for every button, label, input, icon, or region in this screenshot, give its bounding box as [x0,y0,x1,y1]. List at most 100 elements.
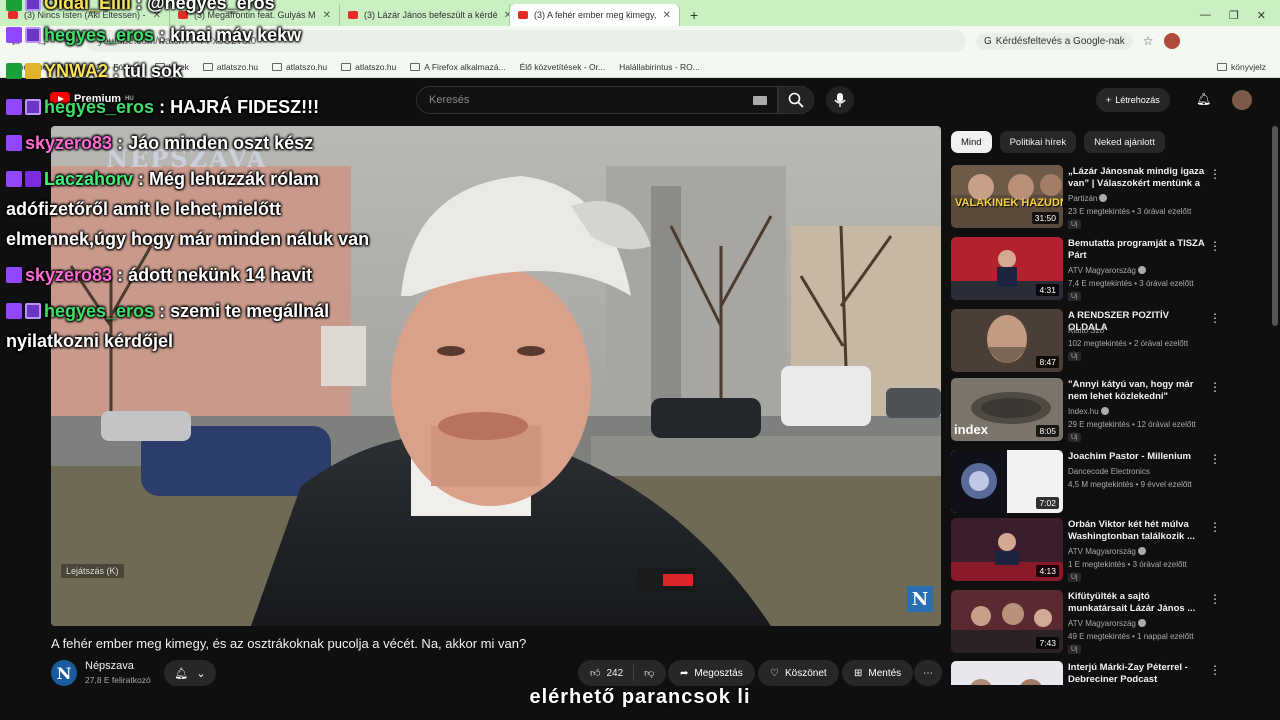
save-icon: ⊞ [854,667,863,679]
create-button[interactable]: + Létrehozás [1096,88,1170,112]
twitch-badge-icon [6,135,22,151]
more-vertical-icon[interactable]: ⋮ [1209,520,1221,534]
channel-label: Kiáltó Szó [1068,326,1105,335]
subscriber-count: 27,8 E feliratkozó [85,675,151,685]
recommended-video[interactable]: 4:13 Orbán Viktor két hét múlva Washingt… [951,518,1271,582]
chip-all[interactable]: Mind [951,131,992,153]
more-vertical-icon[interactable]: ⋮ [1209,452,1221,466]
chat-username: skyzero83 [25,133,113,153]
all-bookmarks[interactable]: könyvjelz [1217,62,1266,72]
chat-separator: : [154,97,171,117]
recommended-video[interactable]: 7:02 Joachim Pastor - Millenium Dancecod… [951,450,1271,514]
channel-name[interactable]: Népszava [85,660,134,672]
video-duration: 7:43 [1036,637,1059,649]
profile-avatar[interactable] [1163,33,1180,49]
more-vertical-icon[interactable]: ⋮ [1209,380,1221,394]
chat-text: túl sok [124,61,183,81]
channel-avatar[interactable]: N [51,660,77,686]
share-button[interactable]: ➦ Megosztás [668,660,755,686]
maximize-icon[interactable]: ❐ [1229,9,1239,22]
video-thumbnail[interactable]: 4:31 [951,237,1063,300]
more-vertical-icon[interactable]: ⋮ [1209,167,1221,181]
close-window-icon[interactable]: ✕ [1257,9,1266,22]
chat-badge-icon [6,0,22,11]
channel-name: Kiáltó Szó [1068,326,1104,335]
new-tab-button[interactable]: + [680,4,708,26]
save-label: Mentés [868,667,902,679]
recommended-video[interactable]: index 8:05 "Annyi kátyú van, hogy már ne… [951,378,1271,442]
video-thumbnail[interactable]: 7:02 [951,450,1063,513]
more-actions-button[interactable]: ⋯ [914,660,942,686]
chat-message: hegyes_eros : szemi te megállnál [6,300,329,322]
video-title[interactable]: Joachim Pastor - Millenium [1068,451,1208,463]
twitch-badge-icon [6,27,22,43]
close-icon[interactable]: ✕ [663,10,671,21]
video-title[interactable]: "Annyi kátyú van, hogy már nem lehet köz… [1068,379,1208,403]
video-thumbnail[interactable]: 7:43 [951,590,1063,653]
replay-badge[interactable]: Lejátszás (K) [61,564,124,578]
chip-recommended[interactable]: Neked ajánlott [1084,131,1165,153]
chat-separator: : [154,25,171,45]
chat-message: skyzero83 : ádott nekünk 14 havit [6,264,312,286]
thanks-button[interactable]: ♡ Köszönet [758,660,839,686]
video-title[interactable]: Interjú Márki-Zay Péterrel - Debreciner … [1068,662,1208,685]
microphone-icon [834,93,846,107]
like-button[interactable]: 👍︎ 242 [578,665,635,681]
voice-search-button[interactable] [826,86,854,114]
more-vertical-icon[interactable]: ⋮ [1209,592,1221,606]
chat-message: hegyes_eros : HAJRÁ FIDESZ!!! [6,96,319,118]
share-icon: ➦ [680,667,689,679]
chat-separator: : [112,265,129,285]
video-thumbnail[interactable] [951,661,1063,685]
video-title[interactable]: „Lázár Jánosnak mindig igaza van” | Vála… [1068,166,1208,190]
video-title[interactable]: Kifütyülték a sajtó munkatársait Lázár J… [1068,591,1208,615]
user-avatar[interactable] [1232,90,1252,110]
chat-username: Laczahorv [44,169,134,189]
keyboard-icon[interactable] [753,96,767,105]
video-title[interactable]: Bemutatta programját a TISZA Párt [1068,238,1208,262]
recommended-video[interactable]: 8:47 A RENDSZER POZITÍV OLDALA Kiáltó Sz… [951,309,1271,373]
notifications-bell-icon[interactable]: 🔔︎ [1196,92,1211,106]
channel-name: ATV Magyarország [1068,619,1146,628]
video-thumbnail[interactable]: VALAKINEK HAZUDNIA K 31:50 [951,165,1063,228]
google-search-chip[interactable]: G Kérdésfeltevés a Google-nak [976,32,1133,50]
star-badge-icon [25,171,41,187]
browser-tab-active[interactable]: (3) A fehér ember meg kimegy, ✕ [510,4,680,26]
share-label: Megosztás [694,667,743,679]
video-thumbnail[interactable]: 8:47 [951,309,1063,372]
chat-badge-icon [25,0,41,11]
subscription-bell-button[interactable]: 🔔︎ ⌄ [164,660,216,686]
channel-label: ATV Magyarország [1068,619,1136,628]
chat-message: skyzero83 : Jáo minden oszt kész [6,132,313,154]
more-vertical-icon[interactable]: ⋮ [1209,663,1221,677]
google-search-label: Kérdésfeltevés a Google-nak [995,35,1125,47]
save-button[interactable]: ⊞ Mentés [842,660,914,686]
minimize-icon[interactable]: — [1200,9,1211,21]
more-vertical-icon[interactable]: ⋮ [1209,311,1221,325]
bookmark-folder[interactable]: A Firefox alkalmazá... [410,62,506,72]
bookmark-item[interactable]: Élő közvetítések - Or... [520,62,606,72]
crown-badge-icon [25,63,41,79]
search-placeholder: Keresés [429,94,470,106]
search-button[interactable] [778,86,814,114]
chat-message-continuation: nyilatkozni kérdőjel [6,330,173,352]
scrollbar-thumb[interactable] [1272,126,1278,326]
video-title[interactable]: Orbán Viktor két hét múlva Washingtonban… [1068,519,1208,543]
youtube-favicon-icon [518,11,528,19]
page-scrollbar[interactable] [1272,122,1278,682]
chip-politics[interactable]: Politikai hírek [999,131,1077,153]
recommended-video[interactable]: 4:31 Bemutatta programját a TISZA Párt A… [951,237,1271,301]
recommended-video[interactable]: 7:43 Kifütyülték a sajtó munkatársait Lá… [951,590,1271,654]
recommended-video[interactable]: Interjú Márki-Zay Péterrel - Debreciner … [951,661,1271,685]
more-vertical-icon[interactable]: ⋮ [1209,239,1221,253]
video-thumbnail[interactable]: 4:13 [951,518,1063,581]
channel-label: ATV Magyarország [1068,547,1136,556]
bookmark-star-icon[interactable]: ☆ [1143,34,1154,48]
bookmark-item[interactable]: Halállabirintus - RO... [619,62,700,72]
video-thumbnail[interactable]: index 8:05 [951,378,1063,441]
chat-username: YNWA2 [44,61,109,81]
channel-label: Partizán [1068,194,1098,203]
dislike-button[interactable]: 👎︎ [634,667,666,679]
search-input[interactable]: Keresés [416,86,778,114]
recommended-video[interactable]: VALAKINEK HAZUDNIA K 31:50 „Lázár Jánosn… [951,165,1271,229]
